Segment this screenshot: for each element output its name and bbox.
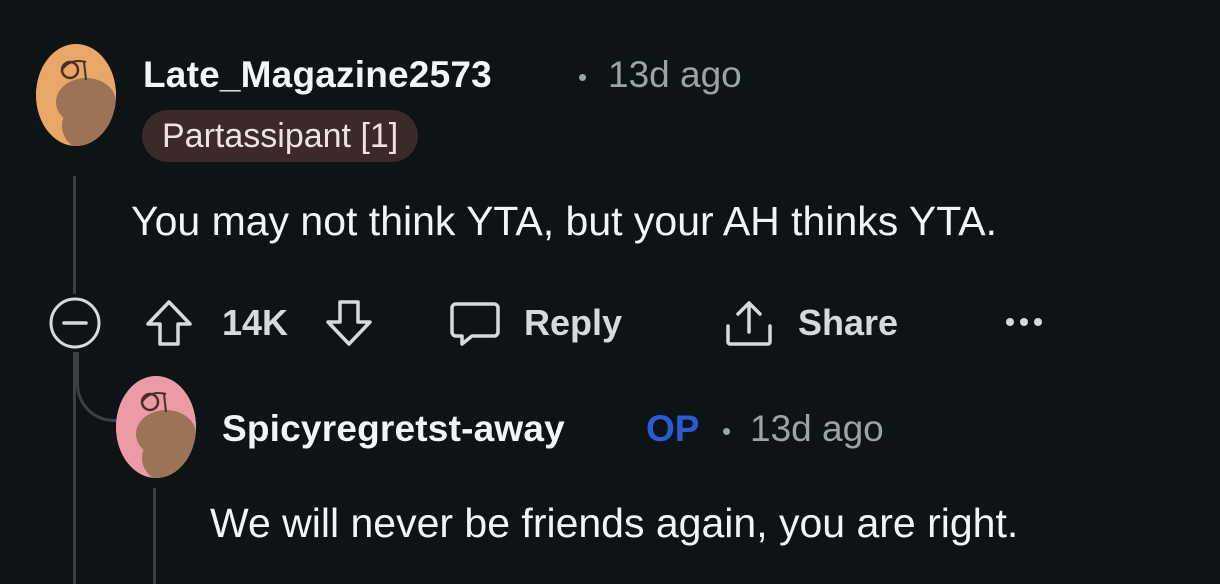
comment-separator: • <box>578 62 588 92</box>
more-icon <box>1004 300 1044 344</box>
comment-body: You may not think YTA, but your AH think… <box>131 198 998 244</box>
share-button[interactable]: Share <box>722 296 898 350</box>
comment-timestamp[interactable]: 13d ago <box>608 54 742 96</box>
reply-label: Reply <box>524 302 623 343</box>
user-flair: Partassipant [1] <box>142 110 419 162</box>
upvote-button[interactable] <box>142 296 196 350</box>
reply-connector <box>76 352 122 422</box>
reply-separator: • <box>722 416 732 446</box>
thread-line-top[interactable] <box>73 176 76 294</box>
reply-avatar[interactable] <box>116 376 196 478</box>
op-badge: OP <box>646 408 700 449</box>
reply-thread-line[interactable] <box>153 488 156 584</box>
reply-timestamp[interactable]: 13d ago <box>750 408 884 450</box>
collapse-button[interactable] <box>48 296 102 350</box>
share-label: Share <box>798 302 899 343</box>
downvote-button[interactable] <box>322 296 376 350</box>
avatar[interactable] <box>36 44 116 146</box>
collapse-icon <box>48 296 102 350</box>
vote-count: 14K <box>222 302 289 343</box>
more-options-button[interactable] <box>1004 300 1044 344</box>
downvote-icon <box>322 296 376 350</box>
comment-icon <box>448 296 502 350</box>
reply-button[interactable]: Reply <box>448 296 622 350</box>
reply-author[interactable]: Spicyregretst-away <box>222 408 565 450</box>
comment-author[interactable]: Late_Magazine2573 <box>143 54 492 96</box>
upvote-icon <box>142 296 196 350</box>
share-icon <box>722 296 776 350</box>
reply-body: We will never be friends again, you are … <box>210 500 1019 546</box>
